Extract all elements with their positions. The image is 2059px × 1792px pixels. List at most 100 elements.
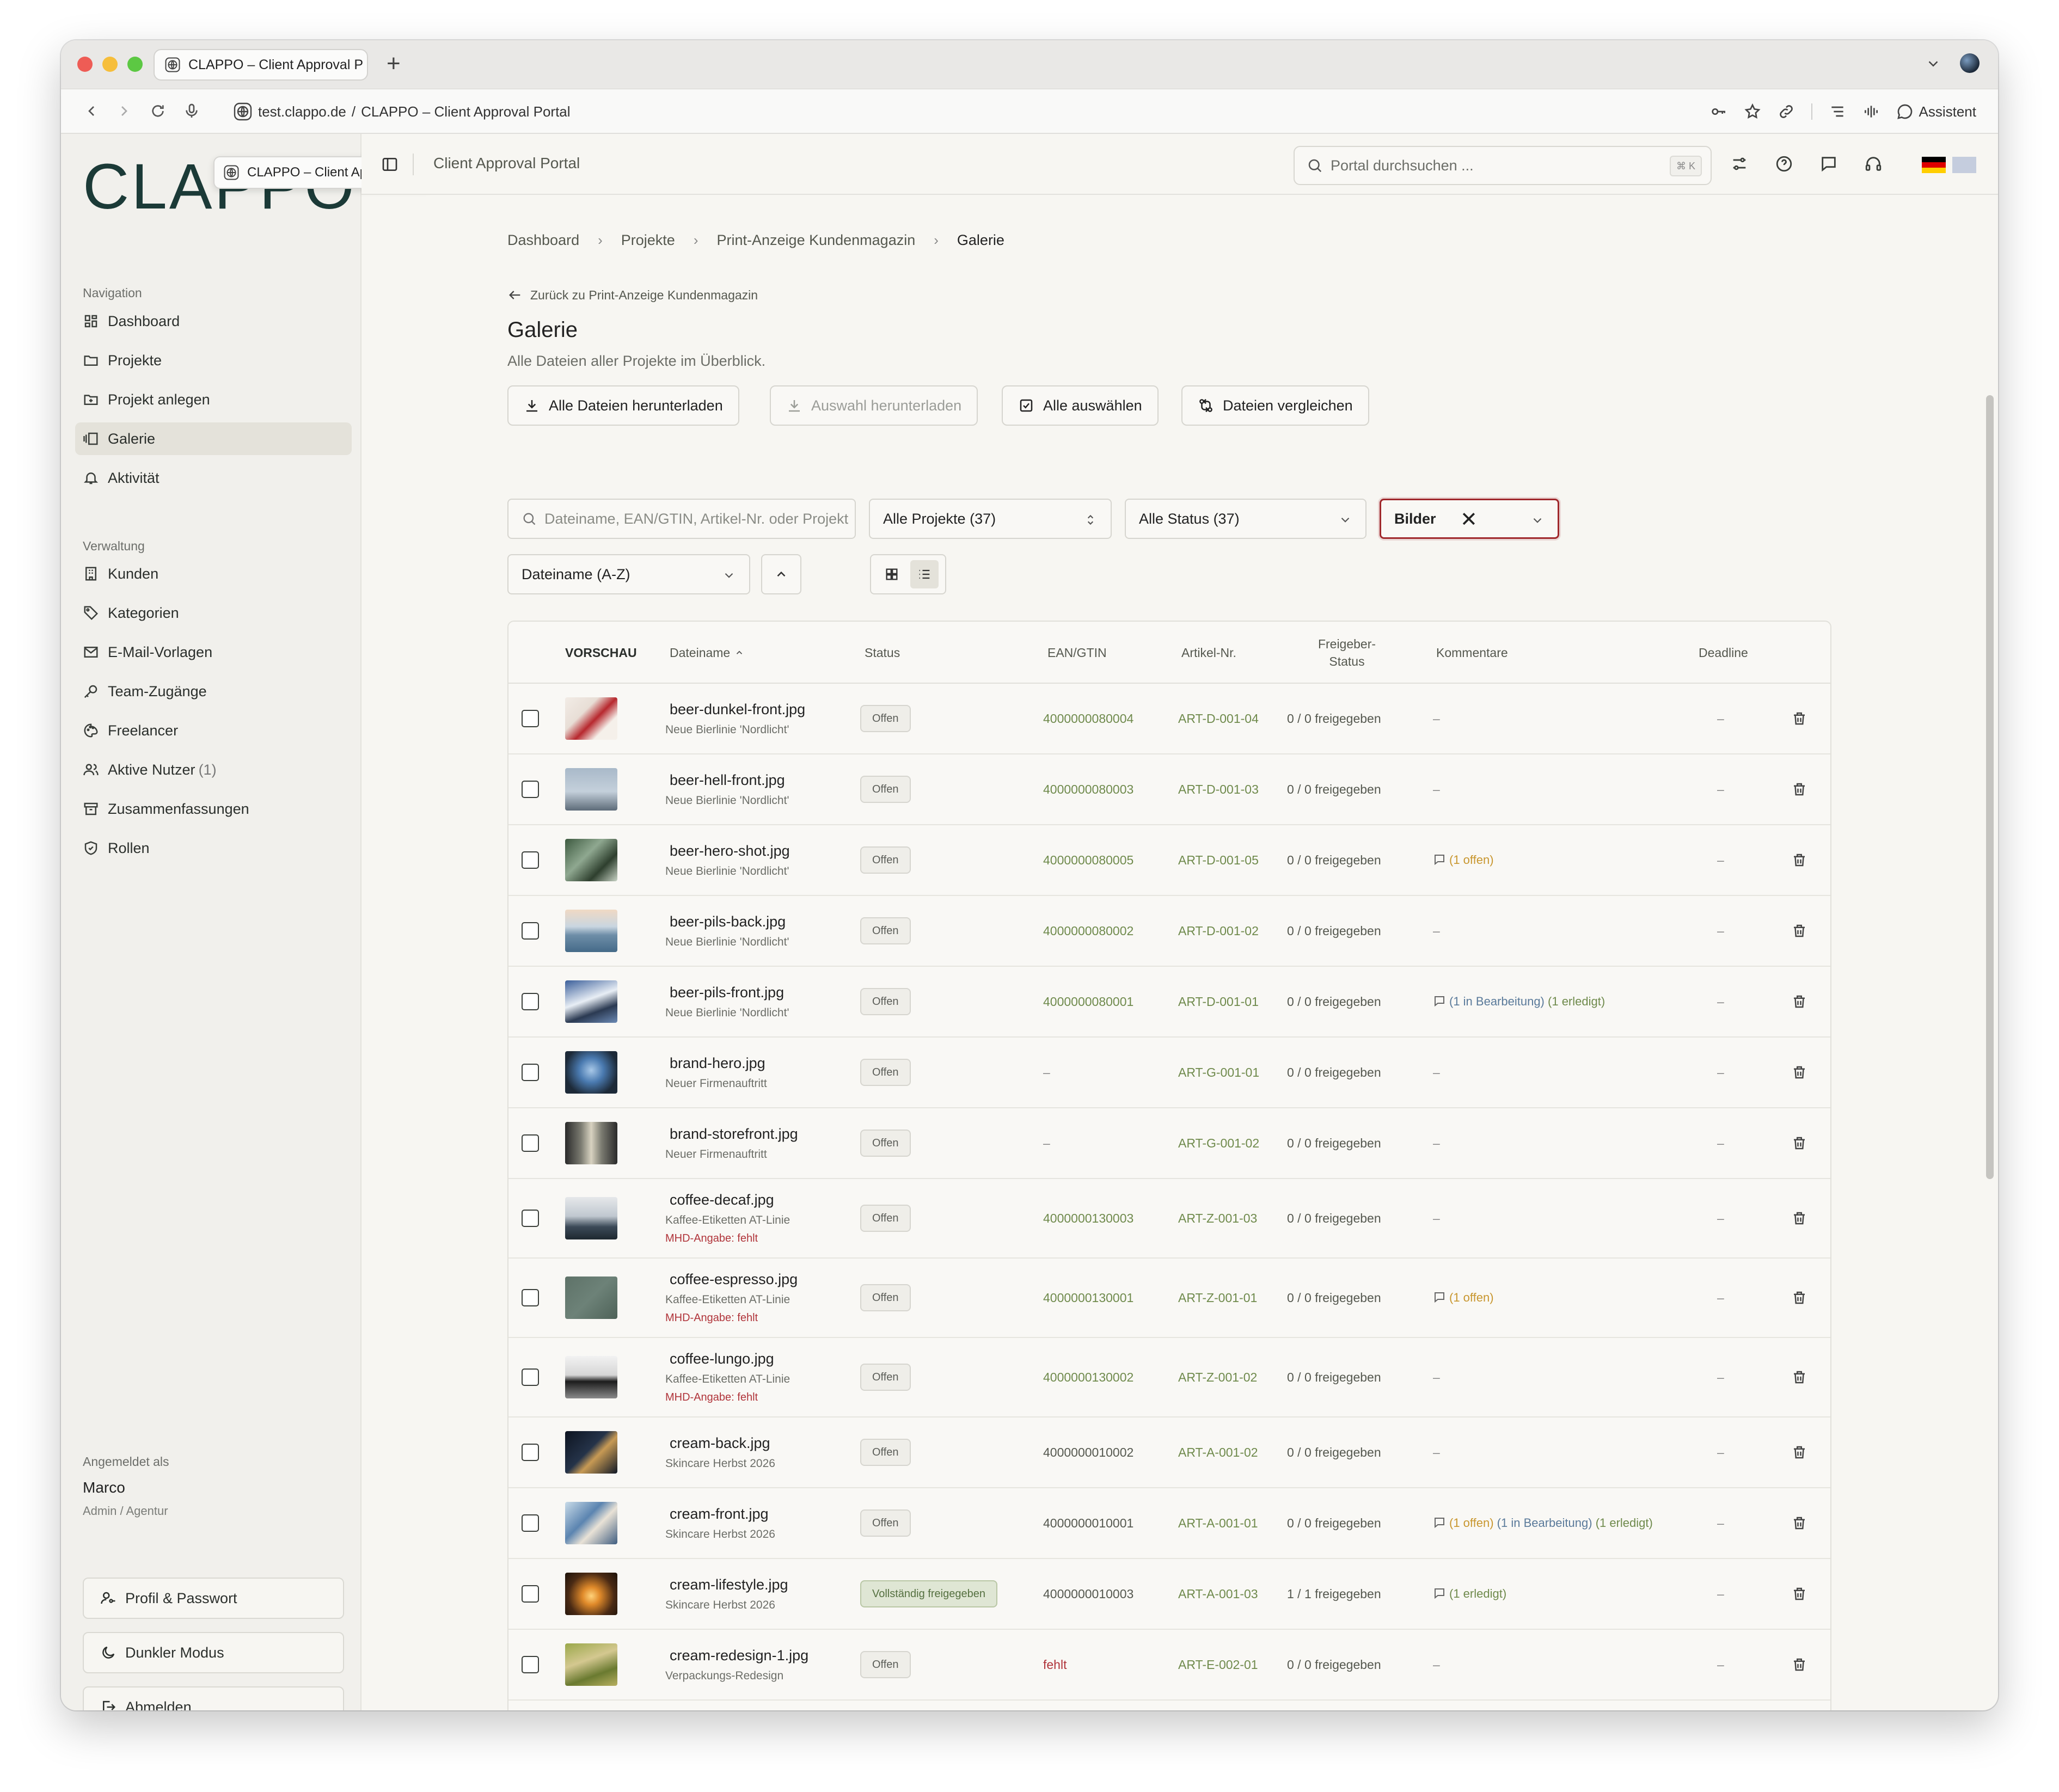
select-all-button[interactable]: Alle auswählen <box>1002 385 1159 426</box>
sidebar-item-projekte[interactable]: Projekte <box>75 344 352 377</box>
gallery-search-input[interactable]: Dateiname, EAN/GTIN, Artikel-Nr. oder Pr… <box>507 499 856 539</box>
table-row[interactable]: beer-pils-back.jpg Neue Bierlinie 'Nordli… <box>508 896 1830 967</box>
star-icon[interactable] <box>1744 103 1761 120</box>
new-tab-button[interactable]: + <box>387 50 401 77</box>
file-thumbnail[interactable] <box>565 910 617 952</box>
file-thumbnail[interactable] <box>565 1197 617 1239</box>
file-thumbnail[interactable] <box>565 1643 617 1686</box>
table-row[interactable]: cream-back.jpg Skincare Herbst 2026 Offen 4… <box>508 1417 1830 1488</box>
file-name[interactable]: cream-redesign-1.jpg <box>670 1647 808 1664</box>
delete-button[interactable] <box>1791 684 1807 753</box>
table-row[interactable]: beer-hell-front.jpg Neue Bierlinie 'Nordl… <box>508 754 1830 825</box>
file-thumbnail[interactable] <box>565 1431 617 1474</box>
browser-tab[interactable]: CLAPPO – Client Approval P <box>154 49 368 81</box>
file-name[interactable]: coffee-lungo.jpg <box>670 1351 774 1367</box>
back-link[interactable]: Zurück zu Print-Anzeige Kundenmagazin <box>507 287 758 303</box>
settings-sliders-icon[interactable] <box>1730 155 1749 173</box>
breadcrumb-project[interactable]: Print-Anzeige Kundenmagazin <box>717 232 916 249</box>
sidebar-item-team-zugaenge[interactable]: Team-Zugänge <box>75 675 352 708</box>
german-flag-icon[interactable] <box>1922 157 1946 173</box>
file-name[interactable]: cream-back.jpg <box>670 1435 770 1452</box>
microphone-icon[interactable] <box>183 102 200 120</box>
comments-summary[interactable]: (1 offen) (1 in Bearbeitung) (1 erledigt… <box>1433 1512 1653 1534</box>
audio-wave-icon[interactable] <box>1862 103 1880 120</box>
sidebar-item-kunden[interactable]: Kunden <box>75 557 352 590</box>
link-icon[interactable] <box>1778 103 1795 120</box>
row-checkbox[interactable] <box>522 851 539 869</box>
file-name[interactable]: coffee-espresso.jpg <box>670 1271 798 1288</box>
row-checkbox[interactable] <box>522 1134 539 1152</box>
file-name[interactable]: cream-front.jpg <box>670 1506 769 1523</box>
delete-button[interactable] <box>1791 1630 1807 1699</box>
profile-avatar[interactable] <box>1960 53 1980 73</box>
dark-mode-button[interactable]: Dunkler Modus <box>83 1632 344 1673</box>
table-row[interactable]: coffee-espresso.jpg Kaffee-Etiketten AT-L… <box>508 1259 1830 1338</box>
url-field[interactable]: test.clappo.de / CLAPPO – Client Approva… <box>233 100 571 123</box>
row-checkbox[interactable] <box>522 1585 539 1603</box>
help-icon[interactable] <box>1775 155 1793 173</box>
comments-summary[interactable]: (1 erledigt) <box>1433 1583 1506 1605</box>
delete-button[interactable] <box>1791 1559 1807 1629</box>
file-thumbnail[interactable] <box>565 1051 617 1094</box>
sort-select[interactable]: Dateiname (A-Z) <box>507 554 750 594</box>
sidebar-item-galerie[interactable]: Galerie <box>75 422 352 455</box>
sidebar-item-kategorien[interactable]: Kategorien <box>75 597 352 629</box>
file-thumbnail[interactable] <box>565 1356 617 1398</box>
file-thumbnail[interactable] <box>565 1502 617 1544</box>
reload-icon[interactable] <box>149 102 167 120</box>
download-selection-button[interactable]: Auswahl herunterladen <box>770 385 978 426</box>
delete-button[interactable] <box>1791 896 1807 966</box>
close-window-button[interactable] <box>77 57 93 72</box>
delete-button[interactable] <box>1791 1038 1807 1107</box>
file-name[interactable]: brand-storefront.jpg <box>670 1126 798 1143</box>
file-name[interactable]: beer-pils-back.jpg <box>670 913 786 930</box>
row-checkbox[interactable] <box>522 1656 539 1673</box>
sidebar-item-aktivitaet[interactable]: Aktivität <box>75 462 352 494</box>
file-thumbnail[interactable] <box>565 768 617 811</box>
delete-button[interactable] <box>1791 1259 1807 1337</box>
compare-files-button[interactable]: Dateien vergleichen <box>1181 385 1369 426</box>
table-row[interactable]: cream-redesign-2.jpgVerpackungs-Redesign… <box>508 1701 1830 1710</box>
table-row[interactable]: brand-hero.jpg Neuer Firmenauftritt Offen –… <box>508 1038 1830 1108</box>
uk-flag-icon[interactable] <box>1952 157 1976 173</box>
row-checkbox[interactable] <box>522 781 539 798</box>
comments-summary[interactable]: (1 in Bearbeitung) (1 erledigt) <box>1433 991 1605 1012</box>
file-name[interactable]: cream-lifestyle.jpg <box>670 1576 788 1593</box>
file-thumbnail[interactable] <box>565 1573 617 1615</box>
table-row[interactable]: beer-dunkel-front.jpg Neue Bierlinie 'Nor… <box>508 684 1830 754</box>
delete-button[interactable] <box>1791 825 1807 895</box>
delete-button[interactable] <box>1791 754 1807 824</box>
table-row[interactable]: coffee-decaf.jpg Kaffee-Etiketten AT-Lini… <box>508 1179 1830 1259</box>
delete-button[interactable] <box>1791 1701 1807 1710</box>
row-checkbox[interactable] <box>522 1444 539 1461</box>
row-checkbox[interactable] <box>522 1210 539 1227</box>
page-scrollbar[interactable] <box>1986 395 1994 1179</box>
sidebar-item-freelancer[interactable]: Freelancer <box>75 714 352 747</box>
portal-search-input[interactable]: Portal durchsuchen ... ⌘ K <box>1294 146 1712 185</box>
file-thumbnail[interactable] <box>565 980 617 1023</box>
project-filter-select[interactable]: Alle Projekte (37) <box>869 499 1112 539</box>
sidebar-item-zusammenfassungen[interactable]: Zusammenfassungen <box>75 793 352 825</box>
file-thumbnail[interactable] <box>565 1277 617 1319</box>
delete-button[interactable] <box>1791 1417 1807 1487</box>
grid-view-button[interactable] <box>878 560 906 588</box>
sidebar-item-email-vorlagen[interactable]: E-Mail-Vorlagen <box>75 636 352 668</box>
sidebar-item-dashboard[interactable]: Dashboard <box>75 305 352 337</box>
file-name[interactable]: brand-hero.jpg <box>670 1055 765 1072</box>
file-thumbnail[interactable] <box>565 839 617 881</box>
file-name[interactable]: beer-hero-shot.jpg <box>670 843 790 860</box>
key-icon[interactable] <box>1710 103 1727 120</box>
sidebar-item-rollen[interactable]: Rollen <box>75 832 352 864</box>
status-filter-select[interactable]: Alle Status (37) <box>1125 499 1366 539</box>
table-row[interactable]: beer-pils-front.jpg Neue Bierlinie 'Nordl… <box>508 967 1830 1038</box>
row-checkbox[interactable] <box>522 993 539 1010</box>
table-row[interactable]: coffee-lungo.jpg Kaffee-Etiketten AT-Lini… <box>508 1338 1830 1417</box>
delete-button[interactable] <box>1791 1179 1807 1257</box>
delete-button[interactable] <box>1791 1108 1807 1178</box>
table-row[interactable]: cream-front.jpg Skincare Herbst 2026 Offen… <box>508 1488 1830 1559</box>
profile-password-button[interactable]: Profil & Passwort <box>83 1578 344 1619</box>
sort-direction-button[interactable] <box>761 554 801 594</box>
row-checkbox[interactable] <box>522 710 539 727</box>
row-checkbox[interactable] <box>522 1368 539 1386</box>
logout-button[interactable]: Abmelden <box>83 1686 344 1710</box>
